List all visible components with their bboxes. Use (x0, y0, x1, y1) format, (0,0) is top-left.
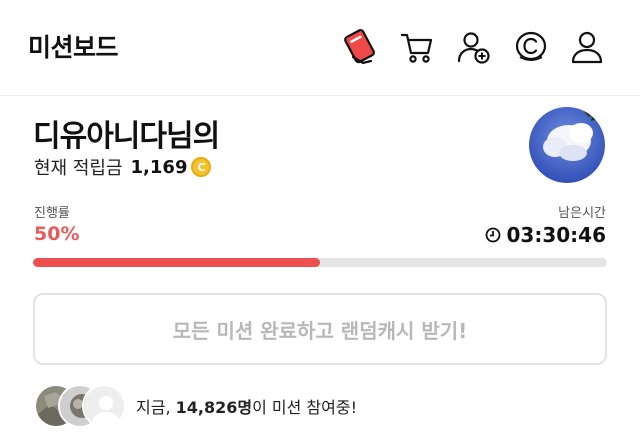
participants-prefix: 지금, (136, 398, 171, 417)
participants-count: 14,826명 (175, 398, 253, 417)
coin-c-icon[interactable] (511, 25, 551, 69)
avatar[interactable] (529, 107, 605, 183)
profile-icon[interactable] (567, 25, 607, 69)
points-label: 현재 적립금 (34, 158, 123, 179)
cart-icon[interactable] (397, 25, 437, 69)
participants-text: 지금, 14,826명이 미션 참여중! (136, 394, 357, 418)
progress-value: 50% (34, 223, 80, 245)
coin-icon: C (191, 157, 212, 177)
points-row: 현재 적립금 1,169 C (34, 154, 212, 180)
add-friend-icon[interactable] (454, 25, 494, 69)
header: 미션보드 (0, 0, 640, 96)
progress-bar-fill (33, 258, 320, 267)
participants-row: 지금, 14,826명이 미션 참여중! (34, 384, 357, 428)
progress-bar (33, 258, 607, 267)
mission-card-icon[interactable] (340, 25, 380, 69)
user-nickname: 디유아니다님의 (33, 119, 220, 154)
clock-icon (485, 227, 500, 243)
remaining-time-value: 03:30:46 (506, 223, 607, 247)
points-value: 1,169 (130, 156, 188, 178)
participants-suffix: 이 미션 참여중! (252, 398, 357, 417)
coin-symbol: C (197, 160, 206, 174)
progress-label: 진행률 (34, 206, 70, 221)
random-cash-reward-button[interactable]: 모든 미션 완료하고 랜덤캐시 받기! (33, 293, 607, 365)
participant-avatar (82, 384, 126, 428)
remaining-time-label: 남은시간 (558, 206, 606, 221)
remaining-time: 03:30:46 (485, 223, 607, 247)
page-title: 미션보드 (28, 33, 119, 62)
